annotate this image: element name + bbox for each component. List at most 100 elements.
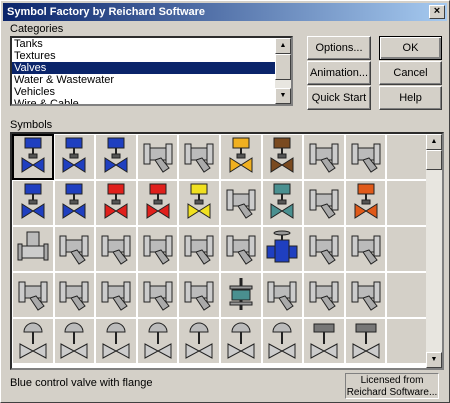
symbol-cell[interactable] [53, 180, 96, 226]
red-actuated-valve-icon [141, 182, 175, 225]
gray-check-valve-icon [57, 228, 91, 271]
blue-solenoid-valve-icon [16, 182, 50, 225]
close-button[interactable]: × [429, 5, 445, 19]
symbol-cell[interactable] [303, 318, 345, 364]
symbol-cell[interactable] [261, 272, 304, 318]
symbol-cell[interactable] [12, 272, 54, 318]
scroll-down-button[interactable]: ▼ [426, 352, 442, 368]
symbol-cell[interactable] [344, 272, 387, 318]
list-item[interactable]: Water & Wastewater [12, 74, 279, 86]
symbol-cell[interactable] [12, 318, 54, 364]
gray-wafer-valve-icon [99, 274, 133, 317]
blue-red-motor-valve-icon [57, 182, 91, 225]
symbol-cell[interactable] [303, 272, 345, 318]
symbol-cell[interactable] [261, 226, 304, 272]
symbol-cell[interactable] [136, 318, 179, 364]
symbol-cell[interactable] [344, 180, 387, 226]
gray-box-valve-icon [349, 320, 383, 363]
scroll-up-button[interactable]: ▲ [275, 38, 291, 54]
list-item[interactable]: Vehicles [12, 86, 279, 98]
symbol-cell[interactable] [12, 180, 54, 226]
symbol-cell[interactable] [178, 272, 220, 318]
symbol-cell[interactable] [344, 226, 387, 272]
help-button[interactable]: Help [379, 86, 442, 110]
symbol-cell[interactable] [219, 180, 262, 226]
symbol-cell[interactable] [219, 134, 262, 180]
symbol-cell[interactable] [136, 272, 179, 318]
blue-control-valve-icon [16, 136, 50, 179]
symbol-cell[interactable] [386, 226, 428, 272]
ok-button[interactable]: OK [379, 36, 442, 60]
list-item[interactable]: Wire & Cable [12, 98, 279, 104]
symbol-cell[interactable] [178, 226, 220, 272]
categories-scrollbar[interactable]: ▲ ▼ [275, 38, 291, 104]
brown-valve-icon [265, 136, 299, 179]
symbol-cell[interactable] [261, 318, 304, 364]
symbol-cell[interactable] [53, 318, 96, 364]
gray-dome-valve-icon [141, 320, 175, 363]
scroll-thumb[interactable] [426, 150, 442, 170]
gray-dome-valve-icon [224, 320, 258, 363]
blue-gate-valve-icon [265, 228, 299, 271]
list-item[interactable]: Textures [12, 50, 279, 62]
symbol-cell[interactable] [219, 226, 262, 272]
license-line-2: Reichard Software... [346, 387, 438, 398]
symbol-cell[interactable] [53, 272, 96, 318]
cancel-button[interactable]: Cancel [379, 61, 442, 85]
steelblue-valve-icon [16, 228, 50, 271]
symbol-cell[interactable] [12, 226, 54, 272]
blue-actuated-valve-icon [57, 136, 91, 179]
scroll-down-button[interactable]: ▼ [275, 88, 291, 104]
symbol-cell[interactable] [136, 226, 179, 272]
gray-gate-valve-icon [99, 228, 133, 271]
symbols-scrollbar[interactable]: ▲ ▼ [426, 134, 442, 368]
categories-label: Categories [10, 23, 64, 35]
gray-dome-valve-icon [16, 320, 50, 363]
quick-start-button[interactable]: Quick Start [307, 86, 371, 110]
symbol-cell[interactable] [219, 318, 262, 364]
symbol-cell[interactable] [386, 180, 428, 226]
symbol-cell[interactable] [95, 318, 137, 364]
categories-listbox[interactable]: Tanks Textures Valves Water & Wastewater… [10, 36, 293, 106]
symbol-cell[interactable] [95, 226, 137, 272]
options-button[interactable]: Options... [307, 36, 371, 60]
symbol-cell[interactable] [53, 226, 96, 272]
gray-dome-valve-icon [182, 320, 216, 363]
animation-button[interactable]: Animation... [307, 61, 371, 85]
symbol-cell[interactable] [344, 318, 387, 364]
symbol-cell[interactable] [136, 180, 179, 226]
license-button[interactable]: Licensed from Reichard Software... [345, 373, 439, 399]
symbol-cell[interactable] [219, 272, 262, 318]
symbol-cell[interactable] [95, 134, 137, 180]
symbol-cell[interactable] [386, 272, 428, 318]
blue-pilot-valve-icon [99, 136, 133, 179]
symbol-cell[interactable] [12, 134, 54, 180]
symbol-cell[interactable] [261, 180, 304, 226]
symbol-cell[interactable] [178, 318, 220, 364]
gray-pneumatic-valve-icon [265, 274, 299, 317]
scroll-thumb[interactable] [275, 54, 291, 80]
list-item[interactable]: Tanks [12, 38, 279, 50]
symbol-cell[interactable] [261, 134, 304, 180]
symbol-cell[interactable] [303, 226, 345, 272]
list-item[interactable]: Valves [12, 62, 279, 74]
symbol-cell[interactable] [386, 134, 428, 180]
symbol-cell[interactable] [178, 134, 220, 180]
yellow-actuated-valve-icon [182, 182, 216, 225]
gray-y-valve-icon [141, 274, 175, 317]
symbols-label: Symbols [10, 119, 53, 131]
symbols-grid[interactable]: ▲ ▼ [10, 132, 444, 370]
symbol-cell[interactable] [344, 134, 387, 180]
symbol-cell[interactable] [53, 134, 96, 180]
symbol-cell[interactable] [386, 318, 428, 364]
gray-gear-valve-icon [307, 136, 341, 179]
scroll-up-button[interactable]: ▲ [426, 134, 442, 150]
symbol-cell[interactable] [95, 272, 137, 318]
orange-motor-valve-icon [349, 182, 383, 225]
symbol-cell[interactable] [136, 134, 179, 180]
gray-plug-valve-icon [307, 228, 341, 271]
symbol-cell[interactable] [178, 180, 220, 226]
symbol-cell[interactable] [95, 180, 137, 226]
symbol-cell[interactable] [303, 180, 345, 226]
symbol-cell[interactable] [303, 134, 345, 180]
